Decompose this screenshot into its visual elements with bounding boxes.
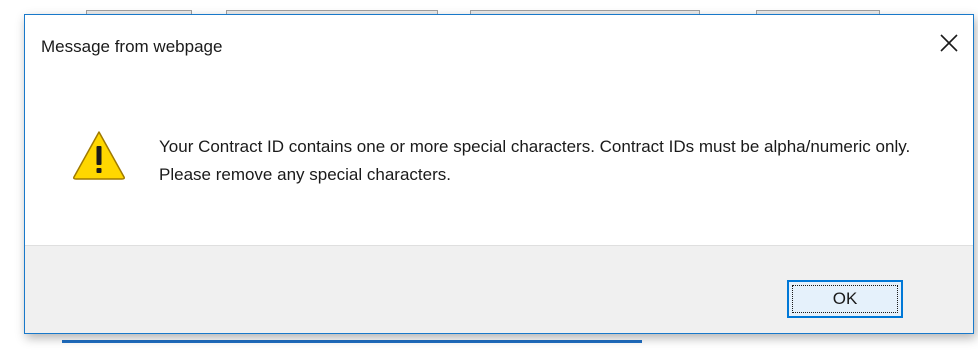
close-button[interactable] — [927, 19, 973, 67]
message-dialog: Message from webpage Your Contract ID co… — [24, 14, 974, 334]
dialog-body: Your Contract ID contains one or more sp… — [25, 81, 973, 245]
dialog-footer: OK — [25, 245, 973, 333]
background-underline — [62, 340, 642, 343]
close-icon — [940, 34, 958, 52]
ok-button-label: OK — [832, 289, 858, 308]
dialog-message: Your Contract ID contains one or more sp… — [159, 137, 911, 184]
warning-icon — [73, 131, 125, 180]
dialog-title-bar: Message from webpage — [25, 15, 973, 81]
ok-button[interactable]: OK — [787, 280, 903, 318]
dialog-title: Message from webpage — [41, 37, 223, 56]
